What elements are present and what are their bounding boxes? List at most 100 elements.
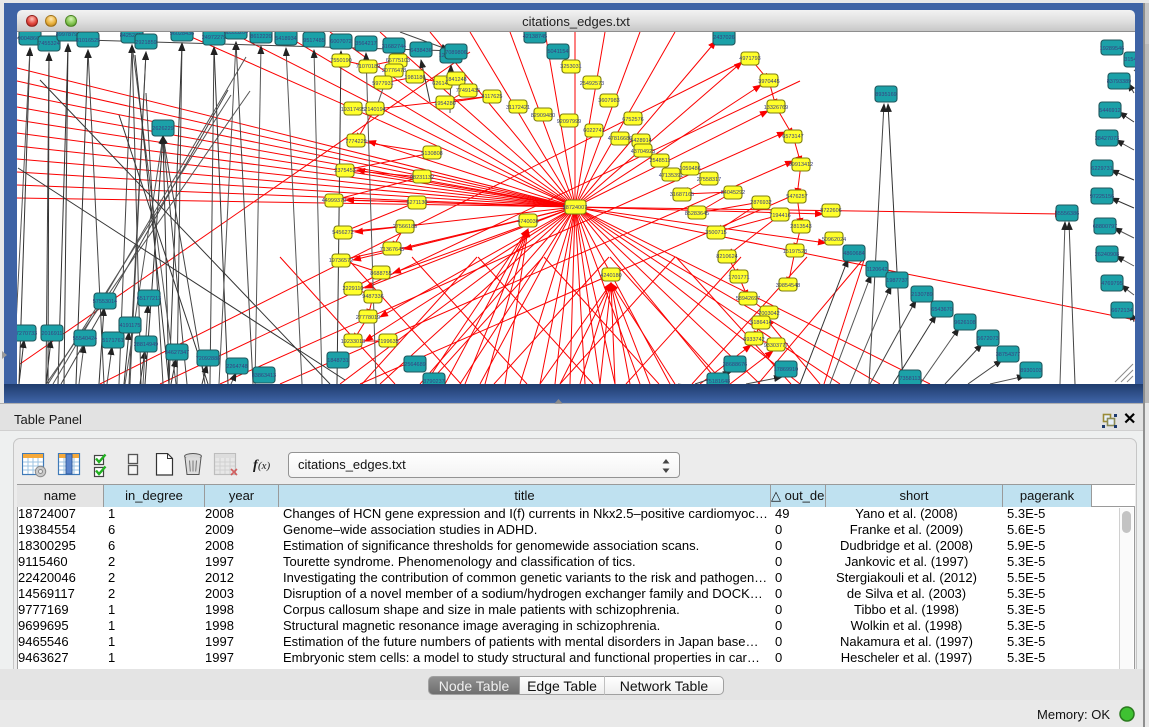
svg-text:7194416: 7194416 — [769, 213, 790, 219]
svg-text:6933742: 6933742 — [743, 337, 764, 343]
svg-text:4971793: 4971793 — [739, 56, 760, 62]
svg-text:8722606: 8722606 — [820, 208, 841, 214]
svg-text:19289546: 19289546 — [1100, 46, 1124, 52]
svg-text:7550190: 7550190 — [330, 58, 351, 64]
svg-text:2876932: 2876932 — [750, 200, 771, 206]
svg-text:2564689: 2564689 — [404, 362, 425, 368]
svg-text:65177213: 65177213 — [137, 296, 161, 302]
svg-text:4191175: 4191175 — [119, 323, 140, 329]
svg-text:57553014: 57553014 — [93, 299, 117, 305]
svg-text:96028436: 96028436 — [170, 32, 194, 37]
svg-text:3564217: 3564217 — [355, 41, 376, 47]
svg-text:5456272: 5456272 — [332, 230, 353, 236]
svg-text:31687165: 31687165 — [670, 192, 694, 198]
svg-text:99913412: 99913412 — [789, 162, 813, 168]
svg-text:1987737: 1987737 — [886, 278, 907, 284]
svg-text:5186414: 5186414 — [750, 320, 771, 326]
svg-text:24972279: 24972279 — [202, 35, 226, 41]
svg-text:27566185: 27566185 — [393, 224, 417, 230]
svg-text:6022741: 6022741 — [583, 128, 604, 134]
svg-text:4240180: 4240180 — [600, 273, 621, 279]
svg-text:5171761: 5171761 — [102, 338, 123, 344]
svg-text:1701771: 1701771 — [728, 275, 749, 281]
svg-text:18724007: 18724007 — [563, 205, 587, 211]
svg-text:7089806: 7089806 — [445, 50, 466, 56]
svg-text:13326769: 13326769 — [764, 105, 788, 111]
svg-text:3253031: 3253031 — [560, 64, 581, 70]
svg-text:1954280: 1954280 — [434, 101, 455, 107]
svg-text:19736572: 19736572 — [329, 258, 353, 264]
svg-text:5977931: 5977931 — [372, 81, 393, 87]
svg-text:19233013: 19233013 — [341, 339, 365, 345]
svg-text:75181648: 75181648 — [706, 379, 730, 384]
svg-text:5476257: 5476257 — [786, 194, 807, 200]
svg-text:31172421: 31172421 — [506, 105, 530, 111]
svg-text:30776478: 30776478 — [382, 68, 406, 74]
svg-text:2626229: 2626229 — [152, 126, 173, 132]
svg-text:7199635: 7199635 — [377, 339, 398, 345]
svg-text:47816686: 47816686 — [608, 136, 632, 142]
svg-text:6229731: 6229731 — [1091, 166, 1112, 172]
svg-text:68353204: 68353204 — [224, 32, 248, 36]
svg-text:2813543: 2813543 — [790, 224, 811, 230]
svg-text:81016525: 81016525 — [76, 38, 100, 44]
svg-text:98231132: 98231132 — [410, 175, 434, 181]
svg-text:38754377: 38754377 — [996, 352, 1020, 358]
svg-text:2375453: 2375453 — [334, 168, 355, 174]
svg-text:66775103: 66775103 — [386, 58, 410, 64]
svg-text:7774229: 7774229 — [345, 139, 366, 145]
svg-text:8612220: 8612220 — [250, 34, 271, 40]
svg-text:72092888: 72092888 — [196, 356, 220, 362]
svg-text:92097999: 92097999 — [557, 119, 581, 125]
svg-text:2264748: 2264748 — [226, 364, 247, 370]
svg-text:58942697: 58942697 — [736, 296, 760, 302]
svg-text:83863413: 83863413 — [252, 373, 276, 379]
svg-text:55540424: 55540424 — [73, 336, 97, 342]
svg-text:47135391: 47135391 — [659, 173, 683, 179]
svg-text:39854548: 39854548 — [776, 283, 800, 289]
svg-text:27558317: 27558317 — [697, 177, 721, 183]
svg-text:97225156: 97225156 — [1090, 194, 1114, 200]
svg-text:28814949: 28814949 — [134, 342, 158, 348]
svg-text:2921859: 2921859 — [135, 40, 156, 46]
svg-text:6543670: 6543670 — [931, 307, 952, 313]
svg-text:71070189: 71070189 — [356, 64, 380, 70]
svg-text:3154051: 3154051 — [1124, 57, 1135, 63]
svg-text:8688755: 8688755 — [370, 271, 391, 277]
svg-text:27778019: 27778019 — [356, 315, 380, 321]
svg-text:3970445: 3970445 — [758, 79, 779, 85]
svg-text:4117625: 4117625 — [481, 94, 502, 100]
svg-text:15197528: 15197528 — [783, 249, 807, 255]
svg-text:17270733: 17270733 — [17, 331, 37, 337]
svg-text:8210624: 8210624 — [716, 254, 737, 260]
svg-text:6573147: 6573147 — [782, 134, 803, 140]
svg-text:5446912: 5446912 — [1099, 108, 1120, 114]
svg-text:35556386: 35556386 — [1055, 211, 1079, 217]
svg-text:1120642: 1120642 — [866, 267, 887, 273]
svg-text:77491435: 77491435 — [456, 88, 480, 94]
svg-text:1981186: 1981186 — [404, 75, 425, 81]
svg-text:5041154: 5041154 — [547, 49, 568, 55]
svg-text:3607983: 3607983 — [598, 98, 619, 104]
svg-text:7455324: 7455324 — [38, 41, 59, 47]
svg-text:31682744: 31682744 — [382, 44, 406, 50]
svg-text:82909480: 82909480 — [531, 113, 555, 119]
svg-text:9626108: 9626108 — [954, 320, 975, 326]
svg-text:(x): (x) — [258, 460, 271, 472]
svg-text:2130789: 2130789 — [911, 292, 932, 298]
svg-text:6271130: 6271130 — [406, 200, 427, 206]
svg-text:38688676: 38688676 — [723, 362, 747, 368]
svg-text:9487336: 9487336 — [362, 294, 383, 300]
svg-text:5672073: 5672073 — [977, 336, 998, 342]
svg-text:4740036: 4740036 — [517, 219, 538, 225]
svg-text:83793389: 83793389 — [1107, 79, 1131, 85]
svg-text:71367643: 71367643 — [380, 247, 404, 253]
svg-text:1841248: 1841248 — [445, 77, 466, 83]
svg-text:6438436: 6438436 — [410, 48, 431, 54]
svg-text:44999379: 44999379 — [322, 198, 346, 204]
svg-text:43704923: 43704923 — [631, 149, 655, 155]
svg-text:34627347: 34627347 — [165, 350, 189, 356]
svg-text:6007072: 6007072 — [330, 39, 351, 45]
svg-text:8930103: 8930103 — [1020, 368, 1041, 374]
svg-text:2229110: 2229110 — [342, 286, 363, 292]
